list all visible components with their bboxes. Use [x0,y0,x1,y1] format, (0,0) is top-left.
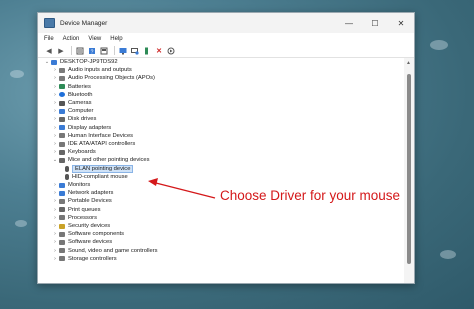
annotation-arrow [148,178,216,199]
annotation-text: Choose Driver for your mouse [220,188,401,203]
